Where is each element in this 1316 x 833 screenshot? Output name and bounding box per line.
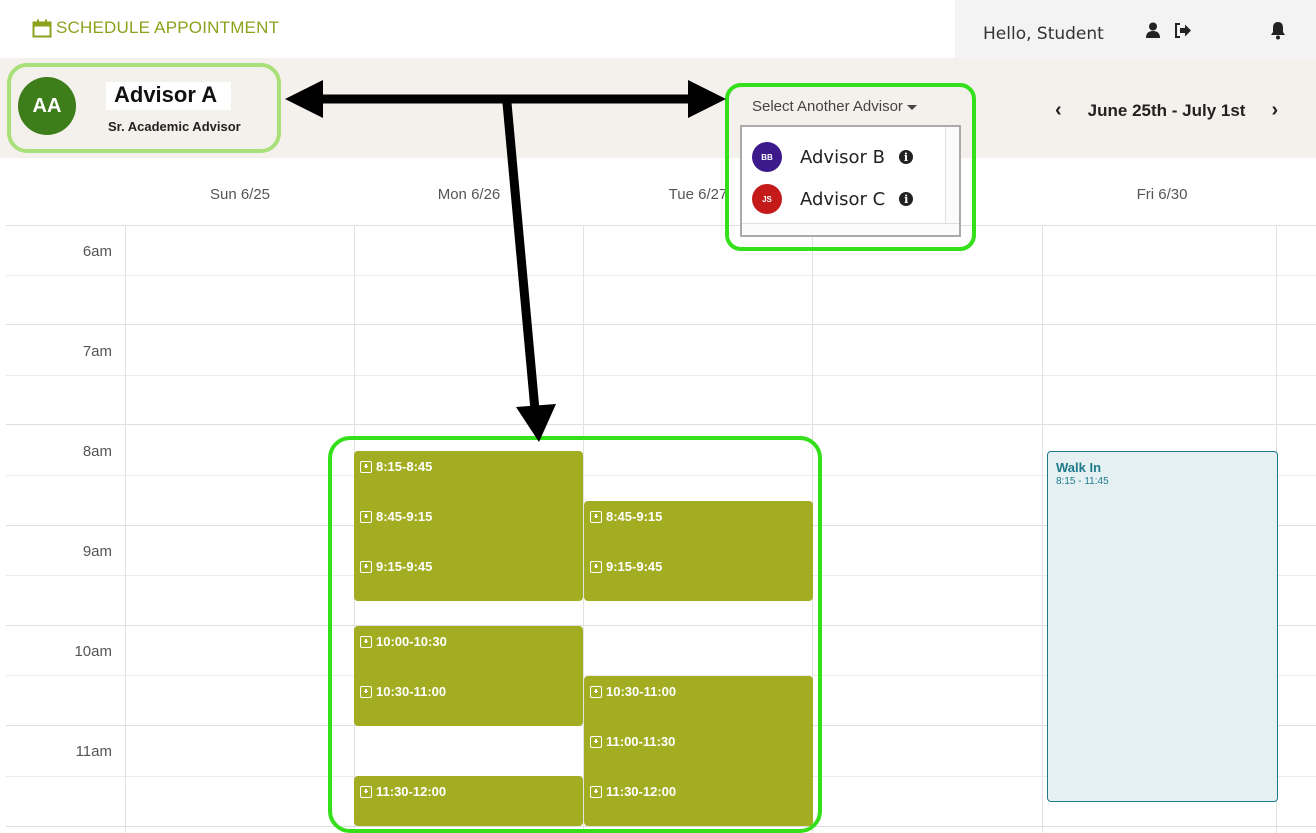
bell-icon[interactable] [1269, 21, 1287, 40]
time-label-11am: 11am [75, 743, 112, 760]
time-label-7am: 7am [82, 343, 112, 360]
grid-line [6, 324, 1316, 325]
time-label-8am: 8am [82, 443, 112, 460]
advisor-avatar: AA [18, 77, 76, 135]
top-bar: SCHEDULE APPOINTMENT Hello, Student [0, 0, 1316, 58]
grid-line [6, 375, 1316, 376]
grid-column-line [1042, 225, 1043, 833]
greeting-text: Hello, Student [983, 24, 1104, 44]
chevron-right-icon[interactable]: › [1271, 99, 1278, 122]
sign-out-icon[interactable] [1174, 23, 1192, 38]
advisor-role: Sr. Academic Advisor [108, 119, 241, 134]
advisor-name-box: Advisor A [106, 82, 232, 110]
time-label-6am: 6am [82, 243, 112, 260]
walk-in-event[interactable]: Walk In 8:15 - 11:45 [1047, 451, 1278, 802]
day-header-sun: Sun 6/25 [209, 186, 271, 203]
time-label-10am: 10am [74, 643, 112, 660]
grid-line [6, 275, 1316, 276]
grid-line [6, 225, 1316, 226]
walk-in-title: Walk In [1056, 460, 1102, 475]
user-area: Hello, Student [955, 0, 1316, 58]
app-title-label: SCHEDULE APPOINTMENT [56, 18, 280, 37]
grid-column-line [125, 225, 126, 833]
highlight-box-advisor-select [725, 83, 976, 251]
week-range-label: June 25th - July 1st [1087, 100, 1246, 120]
calendar-icon [32, 19, 52, 37]
user-icon[interactable] [1145, 22, 1161, 38]
grid-line [6, 424, 1316, 425]
advisor-bar: AA Advisor A Sr. Academic Advisor Select… [0, 58, 1316, 158]
week-navigation: ‹ June 25th - July 1st › [1055, 99, 1278, 122]
chevron-left-icon[interactable]: ‹ [1055, 99, 1062, 122]
app-title[interactable]: SCHEDULE APPOINTMENT [32, 18, 279, 38]
walk-in-time: 8:15 - 11:45 [1056, 476, 1109, 487]
highlight-box-available-slots [328, 436, 822, 833]
current-advisor-card: AA Advisor A Sr. Academic Advisor [7, 63, 281, 153]
day-header-mon: Mon 6/26 [437, 186, 501, 203]
advisor-name: Advisor A [114, 82, 218, 107]
time-label-9am: 9am [82, 543, 112, 560]
day-header-fri: Fri 6/30 [1136, 186, 1188, 203]
